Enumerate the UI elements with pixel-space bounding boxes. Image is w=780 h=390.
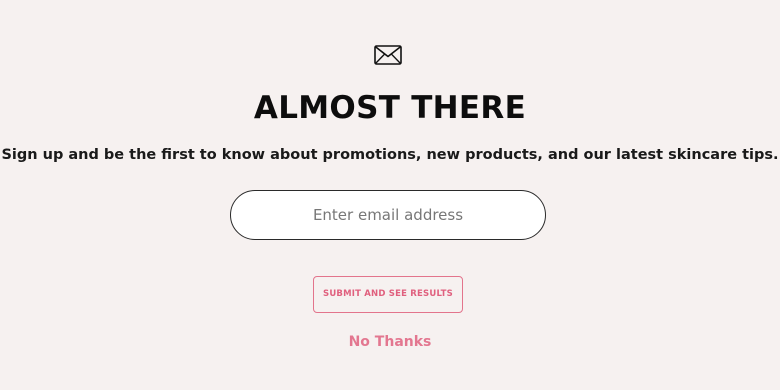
popup-title: ALMOST THERE (253, 90, 527, 126)
email-input[interactable] (230, 190, 546, 240)
signup-modal: ALMOST THERE Sign up and be the first to… (0, 0, 780, 390)
submit-button[interactable]: SUBMIT AND SEE RESULTS (313, 276, 463, 313)
popup-subtitle: Sign up and be the first to know about p… (1, 147, 779, 163)
no-thanks-link-container: No Thanks (0, 332, 780, 352)
no-thanks-link[interactable]: No Thanks (349, 334, 432, 350)
envelope-icon (374, 45, 402, 65)
